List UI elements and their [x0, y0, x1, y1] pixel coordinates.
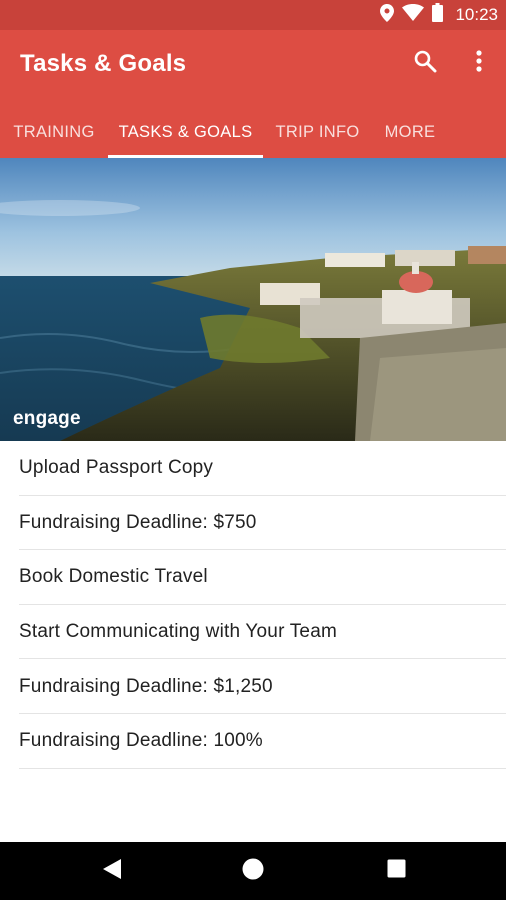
- app-bar: Tasks & Goals TRAINING TASKS & GOALS TRI…: [0, 30, 506, 158]
- tab-tasks-goals[interactable]: TASKS & GOALS: [108, 106, 263, 158]
- task-label: Fundraising Deadline: 100%: [19, 730, 263, 752]
- task-item-communicate-team[interactable]: Start Communicating with Your Team: [0, 605, 506, 660]
- home-icon: [242, 858, 264, 885]
- home-button[interactable]: [238, 856, 268, 886]
- task-item-book-domestic-travel[interactable]: Book Domestic Travel: [0, 550, 506, 605]
- task-item-fundraising-1250[interactable]: Fundraising Deadline: $1,250: [0, 659, 506, 714]
- location-icon: [380, 3, 395, 27]
- recents-button[interactable]: [381, 856, 411, 886]
- engage-logo: engage: [13, 408, 81, 429]
- back-button[interactable]: [97, 856, 127, 886]
- overflow-menu-button[interactable]: [464, 48, 494, 78]
- page-title: Tasks & Goals: [20, 50, 187, 77]
- app-bar-actions: [410, 48, 494, 78]
- task-item-upload-passport[interactable]: Upload Passport Copy: [0, 441, 506, 496]
- overflow-menu-icon: [475, 49, 483, 78]
- task-label: Start Communicating with Your Team: [19, 621, 337, 643]
- coastal-landscape-image: [0, 158, 506, 441]
- system-nav-bar: [0, 842, 506, 900]
- task-label: Fundraising Deadline: $750: [19, 511, 257, 533]
- status-bar: 10:23: [0, 0, 506, 30]
- task-item-fundraising-750[interactable]: Fundraising Deadline: $750: [0, 496, 506, 551]
- hero-image: engage: [0, 158, 506, 441]
- task-label: Upload Passport Copy: [19, 457, 214, 479]
- tab-more[interactable]: MORE: [372, 106, 448, 158]
- task-list: Upload Passport Copy Fundraising Deadlin…: [0, 441, 506, 769]
- status-time: 10:23: [455, 5, 498, 24]
- task-label: Fundraising Deadline: $1,250: [19, 675, 273, 697]
- task-item-fundraising-100[interactable]: Fundraising Deadline: 100%: [0, 714, 506, 769]
- battery-icon: [432, 3, 444, 27]
- search-button[interactable]: [410, 48, 440, 78]
- back-icon: [102, 858, 122, 885]
- search-icon: [413, 49, 437, 78]
- status-icons: 10:23: [380, 0, 498, 30]
- recents-icon: [387, 859, 406, 883]
- wifi-icon: [402, 4, 425, 26]
- task-label: Book Domestic Travel: [19, 566, 208, 588]
- tab-training[interactable]: TRAINING: [0, 106, 108, 158]
- tab-trip-info[interactable]: TRIP INFO: [263, 106, 372, 158]
- tab-bar: TRAINING TASKS & GOALS TRIP INFO MORE: [0, 106, 506, 158]
- app-screen: 10:23 Tasks & Goals TRAINING TASKS & GOA…: [0, 0, 506, 900]
